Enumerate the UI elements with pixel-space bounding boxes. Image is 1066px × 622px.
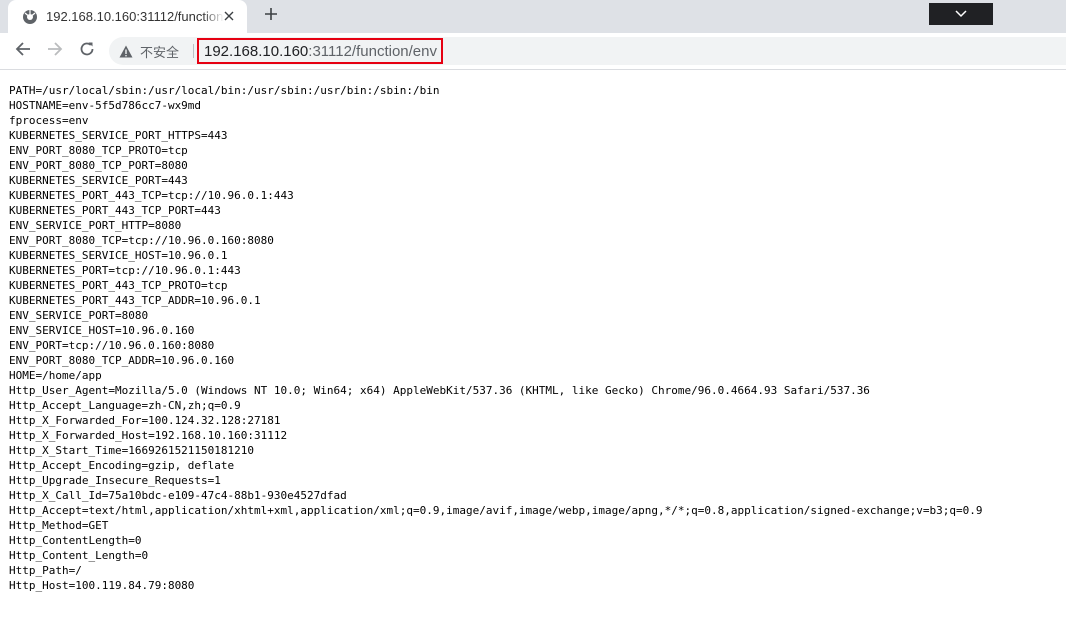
env-line: Http_X_Call_Id=75a10bdc-e109-47c4-88b1-9…: [9, 489, 347, 502]
env-line: Http_Path=/: [9, 564, 82, 577]
env-line: KUBERNETES_PORT_443_TCP=tcp://10.96.0.1:…: [9, 189, 294, 202]
tab-strip: 192.168.10.160:31112/function/env: [0, 0, 1066, 33]
tab-search-button[interactable]: [929, 3, 993, 25]
env-line: Http_Accept=text/html,application/xhtml+…: [9, 504, 983, 517]
plus-icon: [264, 7, 278, 26]
env-line: ENV_PORT_8080_TCP=tcp://10.96.0.160:8080: [9, 234, 274, 247]
env-line: fprocess=env: [9, 114, 89, 127]
env-line: KUBERNETES_SERVICE_PORT=443: [9, 174, 188, 187]
env-line: Http_Accept_Encoding=gzip, deflate: [9, 459, 235, 472]
url-path: :31112/function/env: [308, 42, 437, 60]
env-line: ENV_PORT_8080_TCP_PROTO=tcp: [9, 144, 188, 157]
env-line: Http_Accept_Language=zh-CN,zh;q=0.9: [9, 399, 241, 412]
env-line: HOME=/home/app: [9, 369, 102, 382]
globe-icon: [22, 9, 38, 25]
url-text[interactable]: 192.168.10.160:31112/function/env: [197, 38, 443, 64]
env-line: Http_Upgrade_Insecure_Requests=1: [9, 474, 221, 487]
env-line: Http_ContentLength=0: [9, 534, 142, 547]
env-output: PATH=/usr/local/sbin:/usr/local/bin:/usr…: [9, 83, 1059, 593]
env-line: ENV_SERVICE_PORT_HTTP=8080: [9, 219, 182, 232]
address-bar[interactable]: 不安全 192.168.10.160:31112/function/env: [109, 37, 1066, 65]
security-label: 不安全: [140, 44, 180, 60]
browser-tab[interactable]: 192.168.10.160:31112/function/env: [8, 0, 247, 33]
close-icon[interactable]: [221, 8, 237, 24]
env-line: KUBERNETES_SERVICE_HOST=10.96.0.1: [9, 249, 228, 262]
env-line: Http_User_Agent=Mozilla/5.0 (Windows NT …: [9, 384, 870, 397]
env-line: KUBERNETES_PORT_443_TCP_PORT=443: [9, 204, 221, 217]
new-tab-button[interactable]: [259, 5, 283, 27]
env-line: ENV_PORT=tcp://10.96.0.160:8080: [9, 339, 215, 352]
arrow-left-icon: [15, 41, 31, 62]
env-line: KUBERNETES_SERVICE_PORT_HTTPS=443: [9, 129, 228, 142]
env-line: Http_X_Start_Time=1669261521150181210: [9, 444, 255, 457]
env-line: PATH=/usr/local/sbin:/usr/local/bin:/usr…: [9, 84, 440, 97]
env-line: KUBERNETES_PORT_443_TCP_PROTO=tcp: [9, 279, 228, 292]
env-line: HOSTNAME=env-5f5d786cc7-wx9md: [9, 99, 202, 112]
forward-button[interactable]: [44, 40, 66, 62]
env-line: ENV_SERVICE_HOST=10.96.0.160: [9, 324, 195, 337]
reload-button[interactable]: [76, 40, 98, 62]
env-line: ENV_PORT_8080_TCP_PORT=8080: [9, 159, 188, 172]
reload-icon: [79, 41, 95, 62]
chevron-down-icon: [955, 5, 967, 23]
tab-title: 192.168.10.160:31112/function/env: [46, 9, 224, 24]
env-line: Http_Content_Length=0: [9, 549, 149, 562]
browser-toolbar: 不安全 192.168.10.160:31112/function/env: [0, 33, 1066, 70]
warning-triangle-icon: [119, 44, 133, 58]
back-button[interactable]: [12, 40, 34, 62]
env-line: Http_X_Forwarded_For=100.124.32.128:2718…: [9, 414, 281, 427]
env-line: ENV_SERVICE_PORT=8080: [9, 309, 149, 322]
url-host: 192.168.10.160: [204, 42, 309, 60]
address-separator: [193, 44, 194, 58]
env-line: Http_X_Forwarded_Host=192.168.10.160:311…: [9, 429, 288, 442]
env-line: Http_Host=100.119.84.79:8080: [9, 579, 195, 592]
security-indicator[interactable]: 不安全: [119, 37, 179, 65]
env-line: KUBERNETES_PORT=tcp://10.96.0.1:443: [9, 264, 241, 277]
env-line: Http_Method=GET: [9, 519, 109, 532]
env-line: ENV_PORT_8080_TCP_ADDR=10.96.0.160: [9, 354, 235, 367]
arrow-right-icon: [47, 41, 63, 62]
env-line: KUBERNETES_PORT_443_TCP_ADDR=10.96.0.1: [9, 294, 261, 307]
